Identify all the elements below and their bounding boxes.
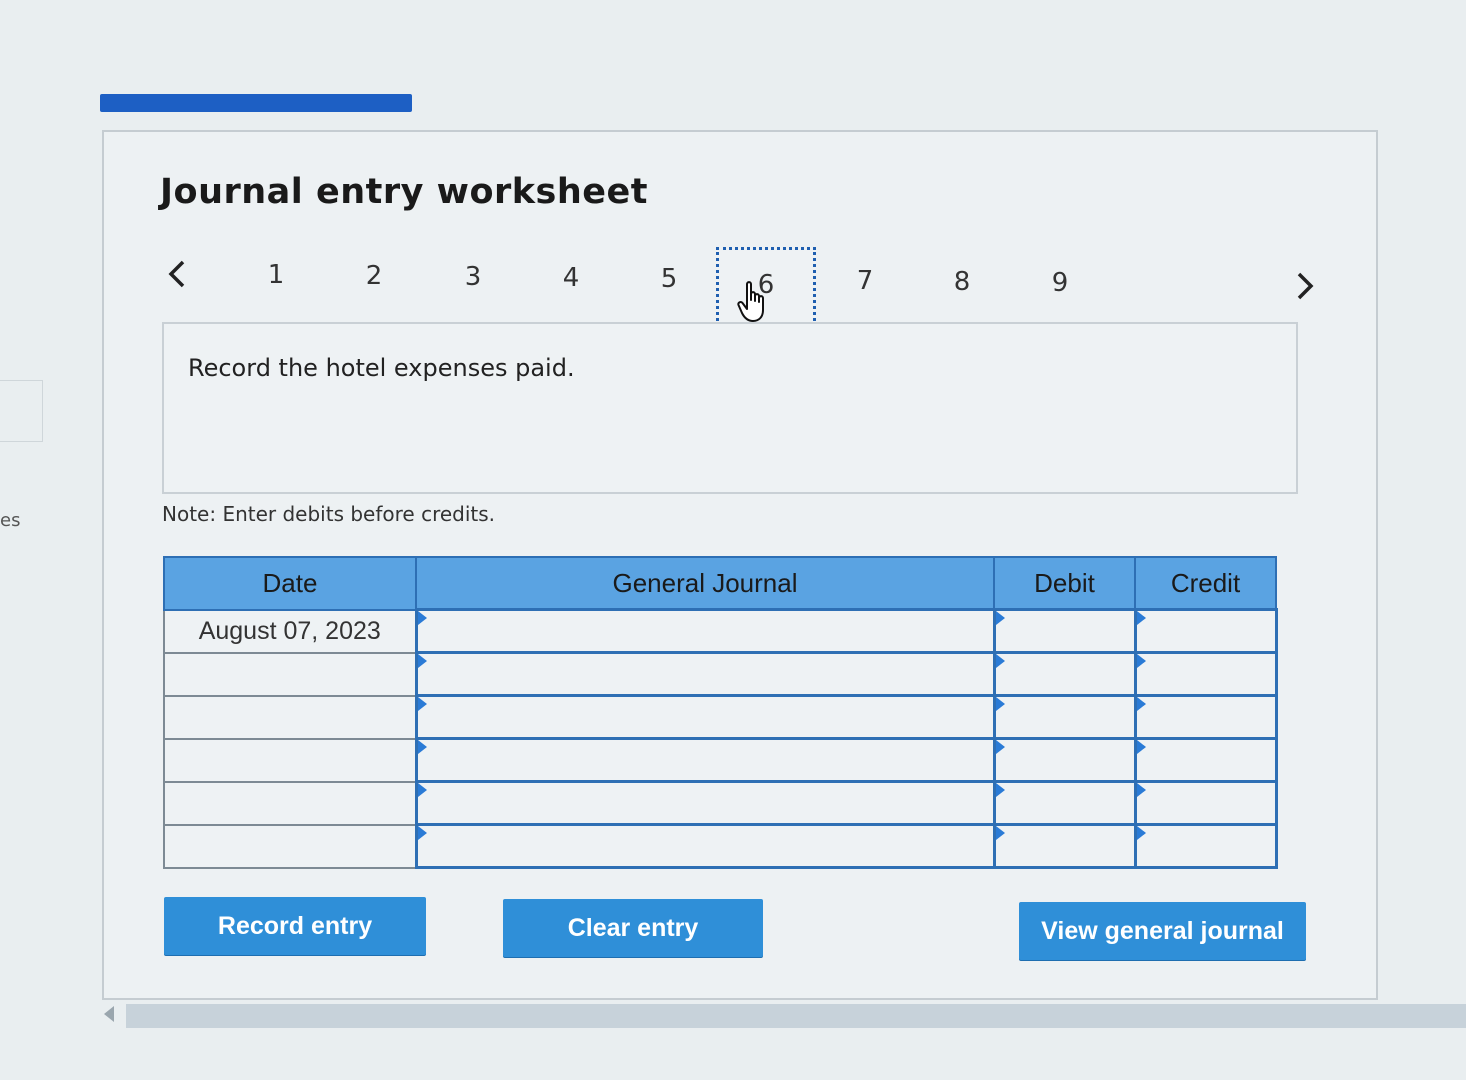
record-entry-button[interactable]: Record entry — [164, 897, 426, 955]
credit-input[interactable] — [1133, 651, 1278, 697]
account-input[interactable] — [414, 780, 996, 826]
credit-input[interactable] — [1133, 780, 1278, 826]
credit-input[interactable] — [1133, 737, 1278, 783]
credit-input[interactable] — [1133, 694, 1278, 740]
account-input[interactable] — [414, 823, 996, 869]
input-flag-icon — [995, 826, 1005, 840]
date-cell — [163, 651, 417, 697]
input-flag-icon — [417, 740, 427, 754]
input-flag-icon — [1136, 826, 1146, 840]
page-2[interactable]: 2 — [354, 256, 394, 296]
horizontal-scrollbar[interactable] — [126, 1004, 1466, 1028]
page-title: Journal entry worksheet — [160, 172, 648, 212]
input-flag-icon — [1136, 697, 1146, 711]
entry-note: Note: Enter debits before credits. — [162, 502, 496, 526]
date-cell — [163, 694, 417, 740]
general-journal-column-header: General Journal — [415, 556, 995, 611]
credit-input[interactable] — [1133, 823, 1278, 869]
account-input[interactable] — [414, 608, 996, 654]
table-row — [163, 737, 1278, 783]
table-row — [163, 780, 1278, 826]
scroll-left-icon[interactable] — [104, 1006, 114, 1022]
input-flag-icon — [417, 783, 427, 797]
input-flag-icon — [417, 697, 427, 711]
debit-input[interactable] — [992, 737, 1137, 783]
credit-column-header: Credit — [1134, 556, 1277, 611]
debit-input[interactable] — [992, 780, 1137, 826]
account-input[interactable] — [414, 651, 996, 697]
page-9[interactable]: 9 — [1040, 263, 1080, 303]
page-8[interactable]: 8 — [942, 262, 982, 302]
debit-input[interactable] — [992, 694, 1137, 740]
page-1[interactable]: 1 — [256, 255, 296, 295]
journal-header-row: Date General Journal Debit Credit — [163, 556, 1277, 611]
journal-table: Date General Journal Debit Credit August… — [163, 556, 1278, 869]
input-flag-icon — [995, 740, 1005, 754]
table-row: August 07, 2023 — [163, 608, 1278, 654]
input-flag-icon — [995, 783, 1005, 797]
previous-entry-button[interactable] — [160, 257, 194, 291]
debit-column-header: Debit — [993, 556, 1136, 611]
transaction-prompt-box: Record the hotel expenses paid. — [162, 322, 1298, 494]
hand-pointer-icon — [737, 281, 764, 322]
table-row — [163, 651, 1278, 697]
transaction-prompt: Record the hotel expenses paid. — [188, 354, 575, 382]
input-flag-icon — [995, 611, 1005, 625]
left-rail-divider — [0, 380, 43, 442]
clear-entry-button[interactable]: Clear entry — [503, 899, 763, 957]
progress-bar — [100, 94, 412, 112]
debit-input[interactable] — [992, 651, 1137, 697]
input-flag-icon — [417, 654, 427, 668]
page-7[interactable]: 7 — [845, 261, 885, 301]
next-entry-button[interactable] — [1288, 269, 1322, 303]
input-flag-icon — [417, 611, 427, 625]
debit-input[interactable] — [992, 823, 1137, 869]
table-row — [163, 694, 1278, 740]
input-flag-icon — [417, 826, 427, 840]
account-input[interactable] — [414, 694, 996, 740]
input-flag-icon — [995, 697, 1005, 711]
input-flag-icon — [1136, 654, 1146, 668]
date-column-header: Date — [163, 556, 417, 611]
credit-input[interactable] — [1133, 608, 1278, 654]
page-5[interactable]: 5 — [649, 259, 689, 299]
page-3[interactable]: 3 — [453, 257, 493, 297]
input-flag-icon — [995, 654, 1005, 668]
date-cell — [163, 737, 417, 783]
chevron-right-icon — [1297, 272, 1314, 300]
view-general-journal-button[interactable]: View general journal — [1019, 902, 1306, 960]
chevron-left-icon — [168, 260, 185, 288]
page-4[interactable]: 4 — [551, 258, 591, 298]
date-cell — [163, 780, 417, 826]
input-flag-icon — [1136, 783, 1146, 797]
account-input[interactable] — [414, 737, 996, 783]
date-cell: August 07, 2023 — [163, 608, 417, 654]
debit-input[interactable] — [992, 608, 1137, 654]
worksheet-page: es Journal entry worksheet 1 2 3 4 5 6 7… — [0, 0, 1466, 1080]
input-flag-icon — [1136, 740, 1146, 754]
side-label: es — [0, 510, 21, 531]
page-6-active[interactable]: 6 — [716, 247, 816, 327]
date-cell — [163, 823, 417, 869]
table-row — [163, 823, 1278, 869]
input-flag-icon — [1136, 611, 1146, 625]
